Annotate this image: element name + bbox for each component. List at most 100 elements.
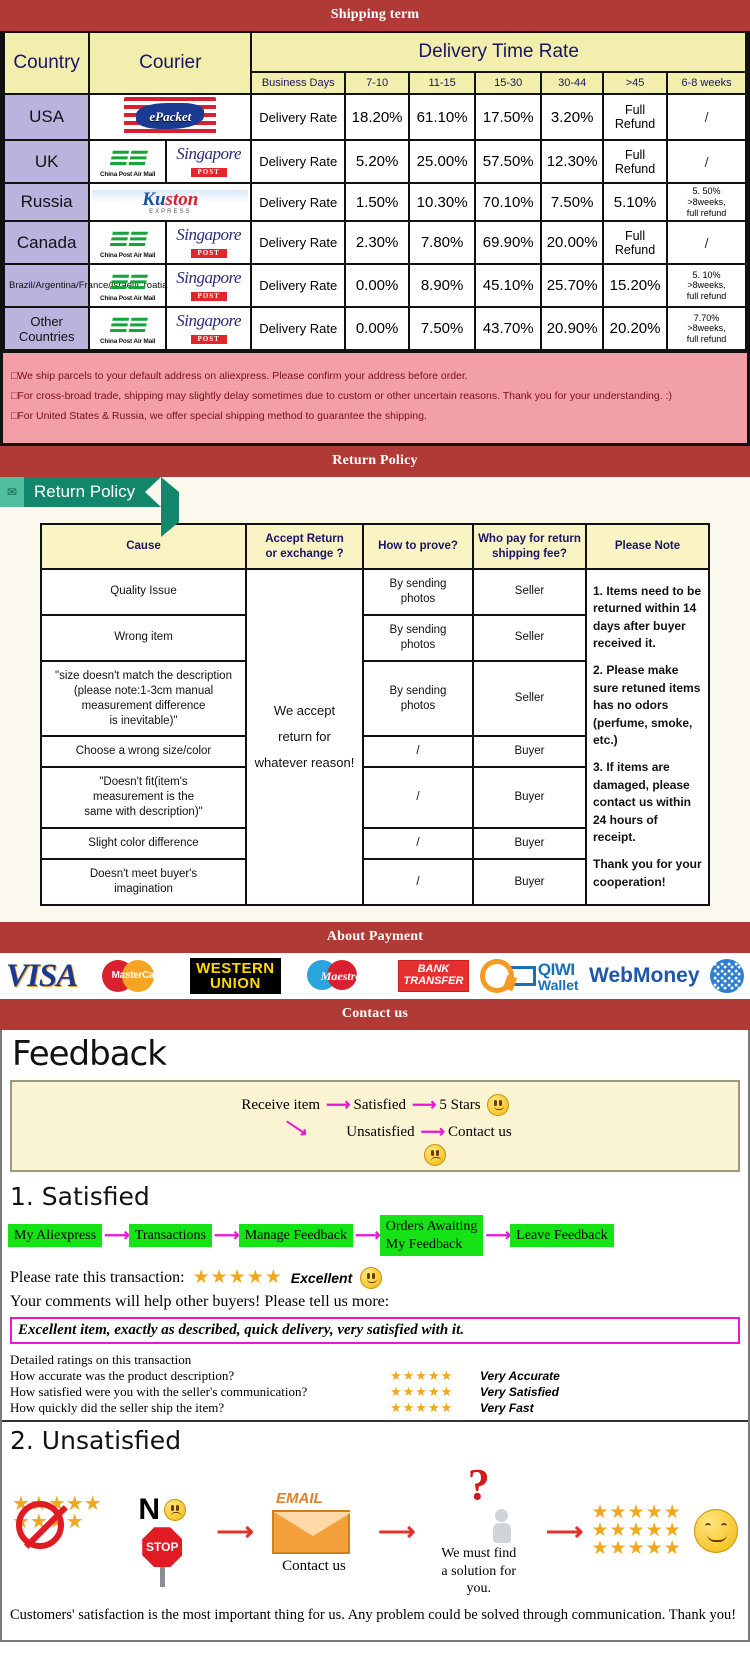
qiwi-line2: Wallet: [537, 976, 579, 993]
step-manage-feedback[interactable]: Manage Feedback: [238, 1223, 353, 1248]
ruston-sub: EXPRESS: [149, 208, 192, 215]
email-label: EMAIL: [275, 1489, 323, 1507]
th-please-note: Please Note: [585, 523, 710, 570]
singapore-post-label: Singapore: [176, 268, 242, 288]
rate-value-cell: 7.80%: [408, 220, 477, 266]
detailed-stars[interactable]: ★★★★★: [390, 1368, 480, 1384]
shipping-notice-item: For United States & Russia, we offer spe…: [11, 407, 739, 427]
th-range-6-8-weeks: 6-8 weeks: [666, 71, 747, 95]
china-post-label: China Post Air Mail: [100, 338, 156, 346]
who-pays-cell: Buyer: [472, 735, 587, 769]
step-my-aliexpress[interactable]: My Aliexpress: [8, 1223, 103, 1248]
rate-label-cell: Delivery Rate: [250, 263, 347, 309]
china-post-air-mail-logo-icon: ≡≡ China Post Air Mail: [92, 224, 163, 260]
comment-textbox[interactable]: Excellent item, exactly as described, qu…: [10, 1317, 740, 1345]
th-accept-return: Accept Return or exchange ?: [245, 523, 364, 570]
who-pays-cell: Seller: [472, 567, 587, 616]
rate-value-cell: 17.50%: [474, 93, 543, 141]
country-cell: Other Countries: [2, 306, 91, 352]
rate-value-cell: /: [666, 93, 747, 141]
webmoney-globe-icon: [709, 959, 744, 994]
visa-logo-icon: VISA: [6, 957, 78, 994]
bank-transfer-logo-icon: BANK TRANSFER: [397, 960, 470, 992]
rate-transaction-label: Please rate this transaction:: [10, 1268, 185, 1286]
rate-value-cell: 7.50%: [540, 181, 605, 223]
shipping-table: Country Courier Delivery Time Rate Busin…: [2, 31, 747, 352]
th-range-11-15: 11-15: [408, 71, 477, 95]
singapore-post-label: Singapore: [176, 311, 242, 331]
detailed-rating-row: How quickly did the seller ship the item…: [2, 1400, 748, 1416]
rate-value-cell: /: [666, 139, 747, 184]
detailed-stars[interactable]: ★★★★★: [390, 1384, 480, 1400]
singapore-post-label: Singapore: [176, 225, 242, 245]
rate-value-cell: 5.20%: [344, 139, 411, 184]
singapore-post-label: Singapore: [176, 144, 242, 163]
prove-cell: /: [362, 735, 474, 769]
flow-unsatisfied: Unsatisfied: [346, 1123, 415, 1140]
stop-label: STOP: [142, 1527, 183, 1568]
detailed-stars[interactable]: ★★★★★: [390, 1400, 480, 1416]
solution-caption: We must find a solution for you.: [441, 1546, 517, 1597]
return-policy-ribbon-label: Return Policy: [24, 477, 180, 538]
arrow-right-icon: ⟶: [216, 1515, 253, 1546]
step-transactions[interactable]: Transactions: [128, 1223, 212, 1248]
singapore-post-logo-icon: Singapore POST: [169, 143, 248, 180]
rating-stars[interactable]: ★★★★★: [193, 1266, 283, 1289]
rate-value-cell: /: [666, 220, 747, 266]
rate-value-cell: 20.20%: [602, 306, 669, 352]
arrow-right-icon: ⟶: [104, 1225, 130, 1246]
closing-message: Customers' satisfaction is the most impo…: [10, 1606, 737, 1623]
shipping-notices: We ship parcels to your default address …: [3, 351, 747, 444]
step-leave-feedback[interactable]: Leave Feedback: [510, 1223, 614, 1248]
detailed-question: How accurate was the product description…: [10, 1368, 235, 1384]
detailed-value: Very Fast: [480, 1401, 534, 1416]
arrow-right-icon: ⟶: [420, 1122, 445, 1142]
arrow-right-icon: ⟶: [213, 1225, 240, 1246]
maestro-logo-icon: Maestro: [291, 959, 387, 993]
epacket-logo-icon: ePacket: [124, 97, 217, 137]
rate-value-cell: 25.70%: [540, 263, 605, 309]
prove-cell: By sending photos: [362, 659, 474, 738]
th-delivery-time-rate: Delivery Time Rate: [250, 31, 747, 73]
rate-value-cell: 5.10%: [602, 181, 669, 223]
western-union-logo-icon: WESTERN UNION: [190, 957, 281, 995]
th-cause: Cause: [40, 523, 247, 570]
china-post-air-mail-logo-icon: ≡≡ China Post Air Mail: [92, 267, 163, 303]
note-item: 3. If items are damaged, please contact …: [593, 760, 692, 844]
rate-value-cell: Full Refund: [602, 93, 669, 141]
cause-cell: Slight color difference: [40, 827, 247, 861]
stop-sign-icon: N STOP: [120, 1493, 204, 1588]
th-range-30-44: 30-44: [540, 71, 605, 95]
singapore-post-logo-icon: Singapore POST: [169, 267, 248, 304]
step-orders-awaiting[interactable]: Orders Awaiting My Feedback: [379, 1215, 484, 1257]
bank-transfer-line2: TRANSFER: [403, 975, 464, 988]
table-row: Canada ≡≡ China Post Air Mail Singapore …: [2, 220, 747, 266]
singapore-post-sub: POST: [190, 249, 227, 259]
arrow-right-icon: ⟶: [545, 1515, 583, 1546]
th-country: Country: [2, 31, 91, 95]
rate-value-cell: 1.50%: [344, 181, 411, 223]
prove-cell: /: [362, 766, 474, 830]
table-row: Quality Issue We accept return for whate…: [40, 567, 710, 907]
unsatisfied-heading: 2. Unsatisfied: [2, 1420, 748, 1459]
rate-value-cell: 0.00%: [344, 306, 411, 352]
sad-face-icon: [164, 1499, 187, 1522]
shipping-notice-item: For cross-broad trade, shipping may slig…: [11, 387, 739, 407]
cause-cell: Wrong item: [40, 613, 247, 662]
who-pays-cell: Buyer: [472, 827, 587, 861]
accept-return-cell: We accept return for whatever reason!: [245, 567, 364, 907]
courier-cell: ≡≡ China Post Air Mail: [88, 139, 168, 184]
detailed-question: How quickly did the seller ship the item…: [10, 1400, 225, 1416]
singapore-post-logo-icon: Singapore POST: [169, 224, 248, 261]
flow-satisfied: Satisfied: [353, 1096, 406, 1113]
cause-cell: Doesn't meet buyer's imagination: [40, 858, 247, 907]
rate-value-cell: 20.90%: [540, 306, 605, 352]
question-mark-icon: ?: [424, 1463, 534, 1545]
th-range-15-30: 15-30: [474, 71, 543, 95]
china-post-air-mail-logo-icon: ≡≡ China Post Air Mail: [92, 310, 163, 346]
epacket-logo-label: ePacket: [149, 109, 192, 124]
qiwi-wallet-logo-icon: QIWI Wallet: [479, 959, 579, 994]
rate-value-cell: 45.10%: [474, 263, 543, 309]
western-union-line1: WESTERN: [196, 959, 275, 977]
who-pays-cell: Buyer: [472, 858, 587, 907]
